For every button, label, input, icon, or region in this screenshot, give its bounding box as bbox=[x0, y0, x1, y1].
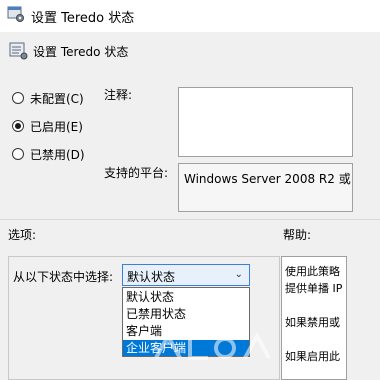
divider bbox=[0, 219, 380, 220]
radio-disabled[interactable] bbox=[12, 148, 24, 160]
radio-not-configured[interactable] bbox=[12, 92, 24, 104]
platform-label: 支持的平台: bbox=[104, 166, 169, 180]
state-select-value: 默认状态 bbox=[127, 270, 176, 284]
chevron-down-icon[interactable]: ⌄ bbox=[235, 269, 243, 280]
help-line: 提供单播 IP bbox=[285, 282, 343, 295]
dropdown-option-default[interactable]: 默认状态 bbox=[123, 289, 249, 305]
page-title: 设置 Teredo 状态 bbox=[33, 45, 129, 59]
state-select-label: 从以下状态中选择: bbox=[13, 270, 114, 284]
help-line: 如果禁用或 bbox=[285, 316, 340, 329]
setting-icon bbox=[9, 42, 28, 60]
help-panel: 使用此策略 提供单播 IP 如果禁用或 如果启用此 bbox=[281, 256, 347, 380]
options-section-label: 选项: bbox=[8, 228, 37, 242]
help-line: 使用此策略 bbox=[285, 265, 340, 278]
help-line: 如果启用此 bbox=[285, 350, 340, 363]
policy-settings-icon bbox=[7, 6, 24, 22]
comment-label: 注释: bbox=[104, 88, 133, 102]
comment-field[interactable] bbox=[178, 87, 353, 157]
platform-value: Windows Server 2008 R2 或 bbox=[184, 172, 351, 186]
state-select[interactable]: 默认状态 ⌄ bbox=[122, 264, 250, 286]
platform-field: Windows Server 2008 R2 或 bbox=[178, 163, 353, 212]
dropdown-option-disabled[interactable]: 已禁用状态 bbox=[123, 306, 249, 322]
help-section-label: 帮助: bbox=[283, 228, 312, 242]
radio-label-disabled[interactable]: 已禁用(D) bbox=[30, 146, 85, 163]
watermark-logo bbox=[154, 331, 271, 360]
radio-label-enabled[interactable]: 已启用(E) bbox=[30, 118, 83, 135]
window-title: 设置 Teredo 状态 bbox=[31, 11, 135, 26]
radio-label-not-configured[interactable]: 未配置(C) bbox=[30, 90, 84, 107]
radio-enabled[interactable] bbox=[12, 120, 24, 132]
